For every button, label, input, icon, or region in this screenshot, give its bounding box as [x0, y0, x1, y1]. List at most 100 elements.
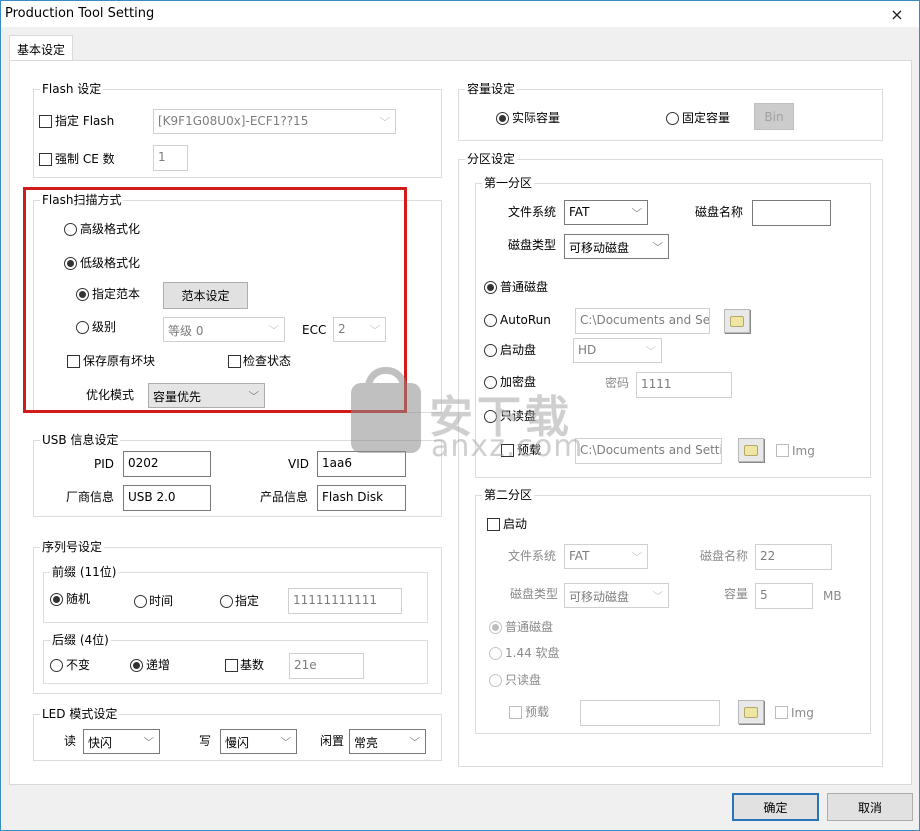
- keep-bad-blocks-label: 保存原有坏块: [83, 354, 156, 368]
- specify-template-label: 指定范本: [92, 287, 141, 301]
- fixed-capacity-label: 固定容量: [682, 111, 731, 125]
- led-mode-legend: LED 模式设定: [40, 706, 120, 722]
- force-ce-label: 强制 CE 数: [55, 152, 115, 166]
- p1-autorun-path-input[interactable]: C:\Documents and Set: [575, 308, 710, 334]
- led-idle-select[interactable]: 常亮 ⌵: [349, 729, 426, 754]
- low-format-radio[interactable]: [64, 257, 77, 270]
- p1-fs-select[interactable]: FAT ⌵: [564, 200, 648, 225]
- p2-floppy-radio[interactable]: [489, 647, 502, 660]
- p2-preload-browse-button[interactable]: [738, 700, 764, 724]
- p2-disk-name-input[interactable]: 22: [755, 544, 832, 570]
- suffix-base-label: 基数: [240, 658, 265, 672]
- ok-button[interactable]: 确定: [732, 793, 819, 821]
- pid-input[interactable]: 0202: [123, 451, 211, 477]
- vid-label: VID: [288, 457, 309, 471]
- product-label: 产品信息: [260, 490, 309, 504]
- bin-button[interactable]: Bin: [754, 103, 794, 130]
- p1-encrypted-label: 加密盘: [500, 375, 537, 389]
- close-button[interactable]: ×: [879, 1, 915, 27]
- cancel-button[interactable]: 取消: [827, 793, 913, 821]
- suffix-value-input[interactable]: 21e: [289, 653, 364, 679]
- p2-capacity-input[interactable]: 5: [755, 583, 813, 609]
- p1-boot-select[interactable]: HD ⌵: [573, 338, 662, 363]
- product-input[interactable]: Flash Disk: [317, 485, 406, 511]
- p2-preload-checkbox[interactable]: [509, 706, 522, 719]
- p2-disk-type-select[interactable]: 可移动磁盘 ⌵: [564, 583, 669, 608]
- vid-input[interactable]: 1aa6: [317, 451, 406, 477]
- force-ce-checkbox[interactable]: [39, 153, 52, 166]
- p1-disk-type-select[interactable]: 可移动磁盘 ⌵: [564, 234, 669, 259]
- keep-bad-blocks-checkbox[interactable]: [67, 355, 80, 368]
- optimize-mode-select[interactable]: 容量优先 ⌵: [148, 383, 265, 408]
- serial-legend: 序列号设定: [40, 539, 105, 555]
- suffix-fixed-radio[interactable]: [50, 659, 63, 672]
- low-format-label: 低级格式化: [80, 256, 141, 270]
- p1-disk-type-value: 可移动磁盘: [569, 241, 630, 255]
- p1-password-input[interactable]: 1111: [636, 372, 732, 398]
- actual-capacity-radio[interactable]: [496, 112, 509, 125]
- p2-img-checkbox[interactable]: [775, 706, 788, 719]
- p1-img-checkbox[interactable]: [776, 444, 789, 457]
- suffix-increment-label: 递增: [146, 658, 171, 672]
- second-partition-group: 第二分区: [475, 487, 871, 734]
- p1-autorun-radio[interactable]: [484, 314, 497, 327]
- p1-boot-label: 启动盘: [500, 343, 537, 357]
- p2-preload-path-input[interactable]: [580, 700, 720, 726]
- specify-flash-checkbox[interactable]: [39, 115, 52, 128]
- p1-boot-radio[interactable]: [484, 344, 497, 357]
- prefix-random-radio[interactable]: [50, 593, 63, 606]
- p2-enable-checkbox[interactable]: [487, 518, 500, 531]
- p1-password-label: 密码: [605, 376, 630, 390]
- level-select[interactable]: 等级 0 ⌵: [163, 317, 285, 342]
- folder-icon: [730, 315, 744, 327]
- high-format-label: 高级格式化: [80, 222, 141, 236]
- dialog-window: Production Tool Setting × 基本设定 Flash 设定 …: [0, 0, 920, 831]
- ecc-label: ECC: [302, 323, 327, 337]
- specify-flash-label: 指定 Flash: [55, 114, 115, 128]
- flash-model-select[interactable]: [K9F1G08U0x]-ECF1??15 ⌵: [153, 109, 396, 134]
- p2-disk-type-label: 磁盘类型: [510, 587, 559, 601]
- p1-readonly-radio[interactable]: [484, 410, 497, 423]
- p1-normal-radio[interactable]: [484, 281, 497, 294]
- ce-count-input[interactable]: 1: [153, 145, 188, 171]
- ecc-select[interactable]: 2 ⌵: [333, 317, 386, 342]
- close-icon: ×: [890, 4, 904, 24]
- prefix-specify-radio[interactable]: [220, 595, 233, 608]
- p1-preload-checkbox[interactable]: [501, 444, 514, 457]
- p1-boot-value: HD: [578, 343, 597, 357]
- p1-disk-name-input[interactable]: [752, 200, 831, 226]
- prefix-value-input[interactable]: 11111111111: [288, 588, 402, 614]
- template-settings-button[interactable]: 范本设定: [163, 282, 248, 309]
- prefix-time-radio[interactable]: [134, 595, 147, 608]
- specify-template-radio[interactable]: [76, 288, 89, 301]
- folder-icon: [744, 444, 758, 456]
- high-format-radio[interactable]: [64, 223, 77, 236]
- p2-capacity-unit: MB: [823, 589, 842, 603]
- level-radio[interactable]: [76, 321, 89, 334]
- p2-readonly-radio[interactable]: [489, 674, 502, 687]
- led-write-select[interactable]: 慢闪 ⌵: [220, 729, 297, 754]
- p2-fs-select[interactable]: FAT ⌵: [564, 544, 648, 569]
- check-status-checkbox[interactable]: [228, 355, 241, 368]
- p2-enable-label: 启动: [503, 517, 528, 531]
- led-idle-label: 闲置: [320, 734, 345, 748]
- chevron-down-icon: ⌵: [645, 342, 657, 353]
- suffix-legend: 后缀 (4位): [50, 632, 111, 648]
- p1-preload-path-input[interactable]: C:\Documents and Settir: [575, 438, 722, 464]
- scan-mode-legend: Flash扫描方式: [40, 192, 124, 208]
- p1-encrypted-radio[interactable]: [484, 376, 497, 389]
- led-read-select[interactable]: 快闪 ⌵: [83, 729, 160, 754]
- p2-normal-radio[interactable]: [489, 621, 502, 634]
- chevron-down-icon: ⌵: [280, 733, 292, 744]
- tab-basic-settings[interactable]: 基本设定: [9, 35, 73, 61]
- vendor-input[interactable]: USB 2.0: [123, 485, 211, 511]
- suffix-base-checkbox[interactable]: [225, 659, 238, 672]
- p2-fs-label: 文件系统: [508, 549, 557, 563]
- p1-autorun-browse-button[interactable]: [724, 309, 750, 333]
- p1-preload-browse-button[interactable]: [738, 438, 764, 462]
- chevron-down-icon: ⌵: [379, 113, 391, 124]
- p2-readonly-label: 只读盘: [505, 673, 542, 687]
- suffix-increment-radio[interactable]: [130, 659, 143, 672]
- p1-img-label: Img: [792, 444, 815, 458]
- fixed-capacity-radio[interactable]: [666, 112, 679, 125]
